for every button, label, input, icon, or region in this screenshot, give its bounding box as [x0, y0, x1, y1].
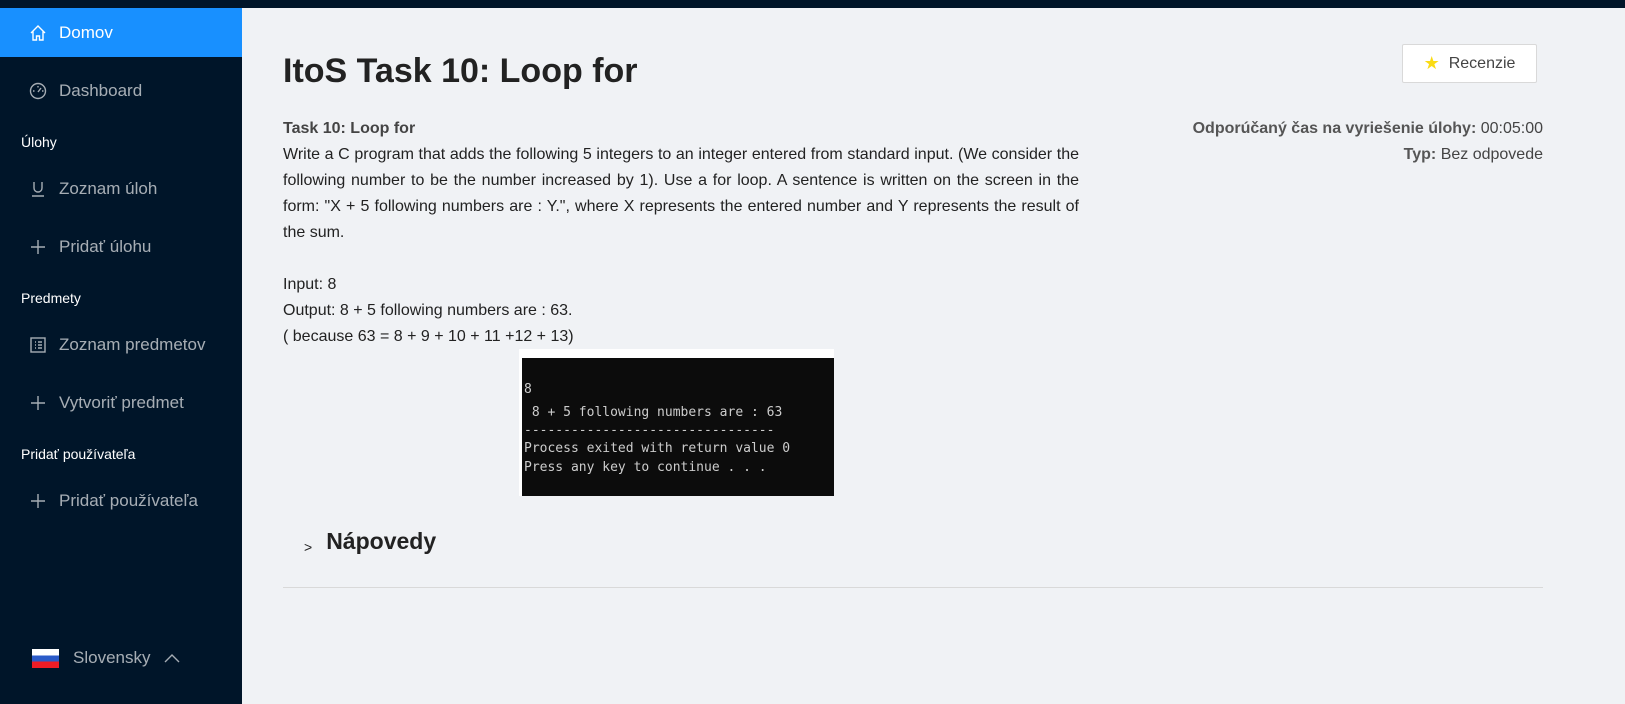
underline-icon — [29, 180, 47, 198]
plus-icon — [29, 238, 47, 256]
sidebar-item-vytvorit-predmet[interactable]: Vytvoriť predmet — [0, 378, 242, 427]
main-content: ItoS Task 10: Loop for ★ Recenzie Odporú… — [242, 8, 1625, 704]
sidebar-item-label: Vytvoriť predmet — [59, 392, 184, 412]
chevron-right-icon: > — [304, 538, 313, 555]
language-label: Slovensky — [73, 648, 151, 667]
sidebar-item-pridat-pouzivatela[interactable]: Pridať používateľa — [0, 476, 242, 525]
time-value: 00:05:00 — [1480, 120, 1543, 137]
terminal-line: -------------------------------- — [524, 423, 775, 438]
sidebar-item-dashboard[interactable]: Dashboard — [0, 66, 242, 115]
plus-icon — [29, 394, 47, 412]
type-label: Typ: — [1403, 146, 1437, 163]
sidebar-item-pridat-ulohu[interactable]: Pridať úlohu — [0, 222, 242, 271]
sidebar-item-label: Zoznam predmetov — [59, 334, 206, 354]
sidebar-item-zoznam-uloh[interactable]: Zoznam úloh — [0, 164, 242, 213]
terminal-line: Process exited with return value 0 — [524, 441, 791, 456]
sidebar-item-domov[interactable]: Domov — [0, 8, 242, 57]
sidebar-item-label: Domov — [59, 22, 113, 42]
review-button[interactable]: ★ Recenzie — [1402, 44, 1537, 83]
sidebar-item-label: Zoznam úloh — [59, 178, 158, 198]
divider — [283, 587, 1543, 588]
group-title-pridat-pouzivatela: Pridať používateľa — [21, 446, 136, 462]
chevron-up-icon — [164, 648, 180, 668]
task-heading: Task 10: Loop for — [283, 120, 416, 137]
time-label: Odporúčaný čas na vyriešenie úlohy: — [1192, 120, 1477, 137]
list-icon — [29, 336, 47, 354]
sidebar: Domov Dashboard Úlohy Zoznam úloh Pridať… — [0, 8, 242, 704]
star-icon: ★ — [1423, 53, 1440, 73]
task-text: Write a C program that adds the followin… — [283, 146, 1079, 241]
task-description: Task 10: Loop for Write a C program that… — [283, 116, 1079, 350]
sidebar-item-label: Pridať úlohu — [59, 236, 152, 256]
review-button-label: Recenzie — [1448, 54, 1516, 72]
hints-collapse[interactable]: > Nápovedy — [304, 528, 436, 555]
language-selector[interactable]: Slovensky — [32, 648, 180, 668]
plus-icon — [29, 492, 47, 510]
sidebar-item-label: Dashboard — [59, 80, 143, 100]
group-title-ulohy: Úlohy — [21, 134, 57, 150]
type-value: Bez odpovede — [1440, 146, 1543, 163]
task-output-example: Output: 8 + 5 following numbers are : 63… — [283, 302, 573, 319]
slovak-flag-icon — [32, 648, 59, 668]
terminal-screenshot: 8 8 + 5 following numbers are : 63 ------… — [519, 349, 834, 496]
task-explanation: ( because 63 = 8 + 9 + 10 + 11 +12 + 13) — [283, 328, 574, 345]
terminal-line: Press any key to continue . . . — [524, 460, 767, 475]
sidebar-item-label: Pridať používateľa — [59, 490, 198, 510]
group-title-predmety: Predmety — [21, 290, 81, 306]
page-title: ItoS Task 10: Loop for — [283, 52, 638, 90]
terminal-line: 8 — [524, 382, 532, 397]
task-input-example: Input: 8 — [283, 276, 337, 293]
sidebar-item-zoznam-predmetov[interactable]: Zoznam predmetov — [0, 320, 242, 369]
home-icon — [29, 24, 47, 42]
dashboard-icon — [29, 82, 47, 100]
terminal-line: 8 + 5 following numbers are : 63 — [524, 405, 783, 420]
hints-title: Nápovedy — [326, 528, 437, 554]
task-meta: Odporúčaný čas na vyriešenie úlohy: 00:0… — [1193, 116, 1543, 168]
